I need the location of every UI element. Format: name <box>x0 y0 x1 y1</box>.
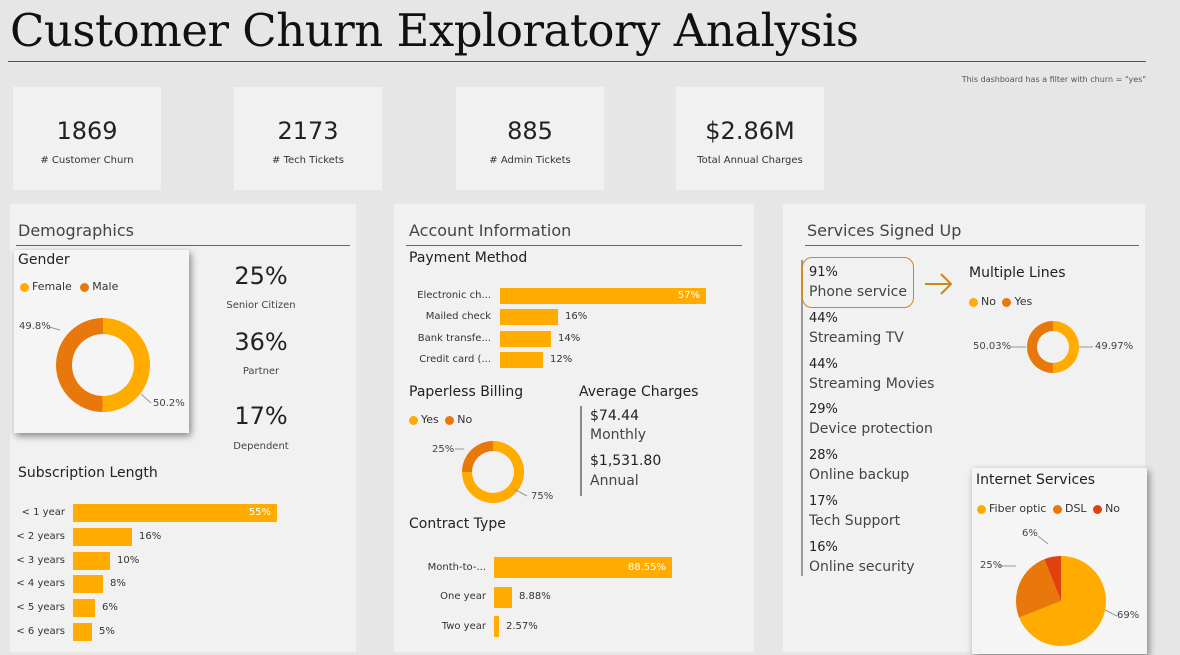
panel-title: Demographics <box>18 221 134 240</box>
bar-value-label: 88.55% <box>627 561 666 573</box>
demographics-panel: Demographics Gender Female Male 49.8% 50… <box>10 204 356 652</box>
bar-category: < 2 years <box>16 530 65 542</box>
internet-label-fiber: 69% <box>1117 610 1140 621</box>
bar-4[interactable] <box>73 599 95 618</box>
multiple-lines-donut[interactable] <box>783 204 1145 404</box>
dashboard-title: Customer Churn Exploratory Analysis <box>10 4 859 57</box>
filter-note: This dashboard has a filter with churn =… <box>961 75 1146 84</box>
internet-label-dsl: 25% <box>980 560 1003 571</box>
kpi-label: # Customer Churn <box>40 155 134 166</box>
account-panel: Account Information Payment Method Elect… <box>394 204 754 652</box>
multiple-lines-label-no: 49.97% <box>1095 341 1134 352</box>
kpi-value: 2173 <box>277 117 339 145</box>
contract-title: Contract Type <box>409 516 506 532</box>
service-6-percent: 16% <box>809 539 838 555</box>
title-divider <box>8 61 1146 62</box>
bar-value-label: 16% <box>139 530 162 542</box>
slice-no[interactable] <box>462 441 493 472</box>
gender-card[interactable]: Gender Female Male 49.8% 50.2% <box>14 250 189 433</box>
kpi-tech-tickets[interactable]: 2173 # Tech Tickets <box>234 87 382 190</box>
paperless-label-yes: 75% <box>531 491 554 502</box>
bar-3[interactable] <box>73 575 103 594</box>
senior-citizen-value: 25% <box>234 262 288 290</box>
bar-1[interactable] <box>73 527 132 546</box>
gender-label-male: 49.8% <box>19 321 51 332</box>
annual-label: Annual <box>590 473 639 489</box>
kpi-customer-churn[interactable]: 1869 # Customer Churn <box>13 87 161 190</box>
dependent-label: Dependent <box>233 441 289 452</box>
kpi-label: # Tech Tickets <box>272 155 344 166</box>
monthly-label: Monthly <box>590 427 647 443</box>
bar-category: < 5 years <box>16 602 65 614</box>
kpi-annual-charges[interactable]: $2.86M Total Annual Charges <box>676 87 824 190</box>
service-5-percent: 17% <box>809 494 838 509</box>
avg-charges-divider <box>580 406 582 496</box>
subscription-title: Subscription Length <box>18 465 158 481</box>
slice-male[interactable] <box>56 318 103 412</box>
paperless-label-no: 25% <box>432 444 455 455</box>
dependent-value: 17% <box>234 402 288 430</box>
service-6-name: Online security <box>809 558 915 575</box>
internet-services-card[interactable]: Internet Services Fiber optic DSL No 6% … <box>972 468 1147 654</box>
senior-citizen-label: Senior Citizen <box>226 300 296 311</box>
bar-value-label: 2.57% <box>506 620 538 632</box>
kpi-label: # Admin Tickets <box>489 155 571 166</box>
kpi-value: 885 <box>507 117 553 145</box>
bar-category: < 1 year <box>21 507 65 518</box>
bar-category: Two year <box>441 620 486 632</box>
bar-value-label: 8% <box>110 578 126 590</box>
bar-category: < 4 years <box>16 578 65 590</box>
multiple-lines-label-yes: 50.03% <box>973 341 1012 352</box>
bar-1[interactable] <box>494 586 512 608</box>
monthly-value: $74.44 <box>590 408 639 424</box>
bar-2[interactable] <box>494 616 499 637</box>
bar-2[interactable] <box>73 551 110 570</box>
service-4-name: Online backup <box>809 467 910 484</box>
bar-category: < 6 years <box>16 626 65 637</box>
panel-divider <box>16 245 350 246</box>
bar-category: < 3 years <box>16 554 65 566</box>
bar-category: Month-to-... <box>427 561 486 573</box>
service-3-percent: 29% <box>809 402 838 418</box>
service-4-percent: 28% <box>809 448 838 464</box>
internet-label-no: 6% <box>1022 528 1038 539</box>
bar-value-label: 55% <box>248 507 271 518</box>
kpi-admin-tickets[interactable]: 885 # Admin Tickets <box>456 87 604 190</box>
bar-value-label: 5% <box>99 626 115 637</box>
service-3-name: Device protection <box>809 421 933 438</box>
slice-yes[interactable] <box>1026 321 1053 373</box>
slice-no[interactable] <box>1052 321 1079 373</box>
partner-value: 36% <box>234 328 288 356</box>
bar-value-label: 8.88% <box>519 591 551 602</box>
gender-label-female: 50.2% <box>153 398 185 409</box>
kpi-value: 1869 <box>56 117 118 145</box>
avg-charges-title: Average Charges <box>579 384 699 400</box>
partner-label: Partner <box>242 366 280 377</box>
bar-value-label: 10% <box>117 554 140 566</box>
bar-category: One year <box>440 591 486 602</box>
kpi-value: $2.86M <box>705 117 795 145</box>
kpi-label: Total Annual Charges <box>697 155 803 166</box>
bar-5[interactable] <box>73 623 92 641</box>
annual-value: $1,531.80 <box>590 453 662 469</box>
bar-value-label: 6% <box>102 602 118 614</box>
services-panel: Services Signed Up 91% Phone service 44% St… <box>783 204 1147 654</box>
service-5-name: Tech Support <box>809 513 901 529</box>
paperless-donut[interactable] <box>394 204 594 524</box>
slice-female[interactable] <box>102 318 151 412</box>
